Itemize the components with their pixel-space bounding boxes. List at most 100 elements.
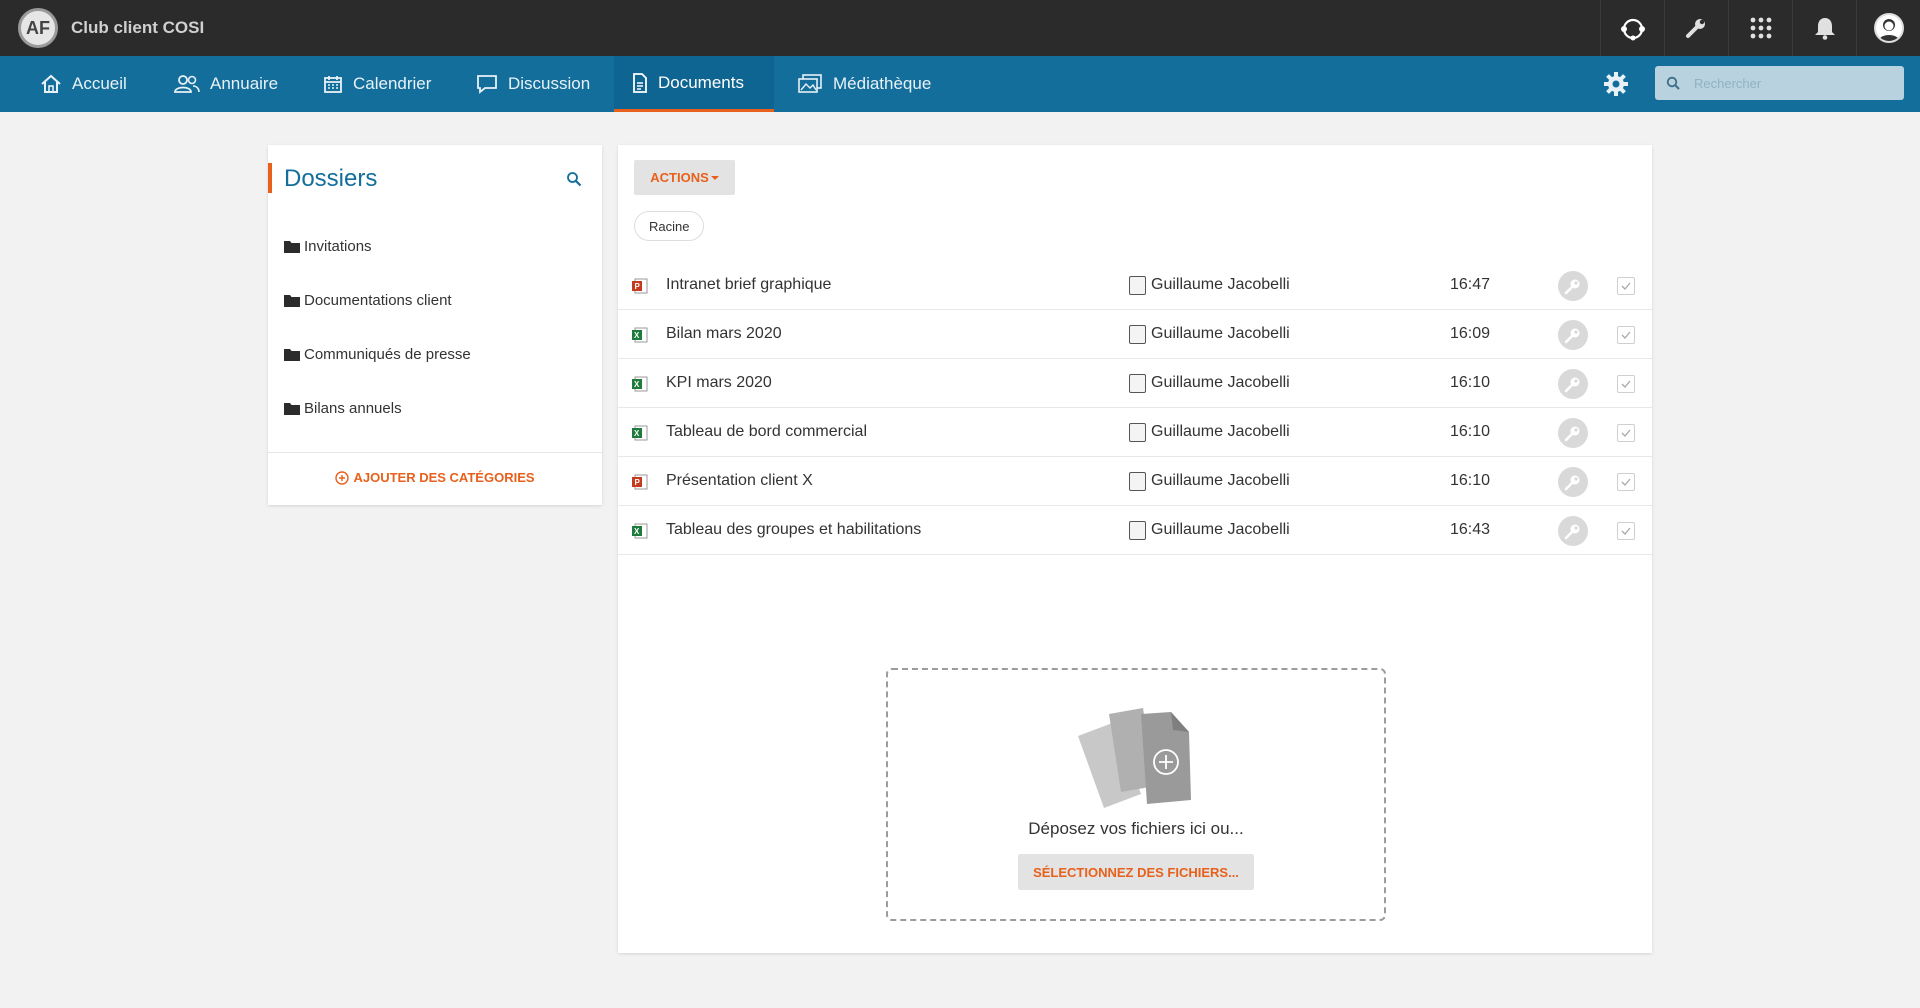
nav-label: Documents xyxy=(658,72,744,92)
folder-label: Documentations client xyxy=(304,291,452,309)
breadcrumb-root[interactable]: Racine xyxy=(634,211,705,241)
file-name[interactable]: Présentation client X xyxy=(666,472,813,490)
nav-label: Calendrier xyxy=(353,74,432,93)
file-row[interactable]: P Présentation client X Guillaume Jacobe… xyxy=(618,457,1652,506)
actions-label: ACTIONS xyxy=(650,170,709,185)
user-icon xyxy=(1129,276,1146,295)
row-checkbox[interactable] xyxy=(1617,375,1635,393)
row-checkbox[interactable] xyxy=(1617,326,1635,344)
key-icon[interactable] xyxy=(1558,418,1588,448)
users-icon xyxy=(174,75,200,93)
folder-icon xyxy=(284,402,300,415)
check-icon xyxy=(1621,331,1631,339)
folder-label: Bilans annuels xyxy=(304,399,402,417)
file-name[interactable]: Intranet brief graphique xyxy=(666,276,831,294)
home-icon xyxy=(41,74,61,93)
document-icon xyxy=(633,72,647,93)
apps-grid-icon[interactable] xyxy=(1728,0,1792,56)
file-row[interactable]: X KPI mars 2020 Guillaume Jacobelli 16:1… xyxy=(618,359,1652,408)
folder-item-bilans-annuels[interactable]: Bilans annuels xyxy=(284,397,402,419)
file-name[interactable]: Tableau de bord commercial xyxy=(666,423,867,441)
user-icon xyxy=(1129,423,1146,442)
top-bar: AF Club client COSI xyxy=(0,0,1920,56)
app-logo[interactable]: AF xyxy=(18,8,58,48)
folder-icon xyxy=(284,348,300,361)
folder-icon xyxy=(284,240,300,253)
nav-item-mediatheque[interactable]: Médiathèque xyxy=(779,56,949,112)
row-checkbox[interactable] xyxy=(1617,473,1635,491)
powerpoint-file-icon: P xyxy=(632,278,648,294)
file-name[interactable]: KPI mars 2020 xyxy=(666,374,772,392)
svg-text:X: X xyxy=(634,331,640,340)
nav-item-calendrier[interactable]: Calendrier xyxy=(305,56,449,112)
file-time: 16:10 xyxy=(1450,423,1491,440)
file-time: 16:09 xyxy=(1450,325,1491,342)
support-icon[interactable] xyxy=(1600,0,1664,56)
search-icon[interactable] xyxy=(566,171,582,192)
file-owner: Guillaume Jacobelli xyxy=(1151,276,1290,293)
nav-item-accueil[interactable]: Accueil xyxy=(22,56,145,112)
nav-label: Accueil xyxy=(72,74,127,93)
folder-item-invitations[interactable]: Invitations xyxy=(284,235,372,257)
svg-text:X: X xyxy=(634,527,640,536)
file-owner: Guillaume Jacobelli xyxy=(1151,521,1290,538)
file-name[interactable]: Bilan mars 2020 xyxy=(666,325,782,343)
actions-dropdown-button[interactable]: ACTIONS xyxy=(634,160,735,195)
media-icon xyxy=(798,74,822,93)
file-owner: Guillaume Jacobelli xyxy=(1151,472,1290,489)
user-icon xyxy=(1129,472,1146,491)
check-icon xyxy=(1621,282,1631,290)
user-icon xyxy=(1129,325,1146,344)
row-checkbox[interactable] xyxy=(1617,522,1635,540)
excel-file-icon: X xyxy=(632,425,648,441)
file-row[interactable]: P Intranet brief graphique Guillaume Jac… xyxy=(618,261,1652,310)
title-accent-bar xyxy=(268,163,272,193)
excel-file-icon: X xyxy=(632,523,648,539)
row-checkbox[interactable] xyxy=(1617,277,1635,295)
folder-label: Communiqués de presse xyxy=(304,345,471,363)
file-dropzone[interactable]: Déposez vos fichiers ici ou... SÉLECTION… xyxy=(886,668,1386,921)
nav-item-discussion[interactable]: Discussion xyxy=(458,56,608,112)
check-icon xyxy=(1621,527,1631,535)
file-owner: Guillaume Jacobelli xyxy=(1151,423,1290,440)
calendar-icon xyxy=(324,76,342,93)
svg-text:X: X xyxy=(634,380,640,389)
search-input[interactable] xyxy=(1694,75,1894,91)
user-icon xyxy=(1129,374,1146,393)
file-row[interactable]: X Tableau de bord commercial Guillaume J… xyxy=(618,408,1652,457)
file-row[interactable]: X Tableau des groupes et habilitations G… xyxy=(618,506,1652,555)
file-time: 16:43 xyxy=(1450,521,1491,538)
nav-item-documents[interactable]: Documents xyxy=(614,56,774,112)
app-title: Club client COSI xyxy=(71,18,205,37)
excel-file-icon: X xyxy=(632,327,648,343)
powerpoint-file-icon: P xyxy=(632,474,648,490)
add-circle-icon xyxy=(335,470,350,485)
file-row[interactable]: X Bilan mars 2020 Guillaume Jacobelli 16… xyxy=(618,310,1652,359)
key-icon[interactable] xyxy=(1558,320,1588,350)
add-categories-button[interactable]: AJOUTER DES CATÉGORIES xyxy=(268,470,602,485)
user-icon xyxy=(1129,521,1146,540)
wrench-icon[interactable] xyxy=(1664,0,1728,56)
bell-icon[interactable] xyxy=(1792,0,1856,56)
user-avatar[interactable] xyxy=(1856,0,1920,56)
key-icon[interactable] xyxy=(1558,516,1588,546)
file-time: 16:10 xyxy=(1450,472,1491,489)
folder-icon xyxy=(284,294,300,307)
key-icon[interactable] xyxy=(1558,369,1588,399)
folder-item-communiques-de-presse[interactable]: Communiqués de presse xyxy=(284,343,471,365)
file-owner: Guillaume Jacobelli xyxy=(1151,374,1290,391)
folder-item-documentations-client[interactable]: Documentations client xyxy=(284,289,452,311)
search-icon xyxy=(1666,76,1680,90)
row-checkbox[interactable] xyxy=(1617,424,1635,442)
settings-gear-icon[interactable] xyxy=(1600,68,1632,100)
top-icons xyxy=(1600,0,1920,56)
key-icon[interactable] xyxy=(1558,271,1588,301)
nav-item-annuaire[interactable]: Annuaire xyxy=(156,56,296,112)
file-name[interactable]: Tableau des groupes et habilitations xyxy=(666,521,921,539)
documents-panel: ACTIONS Racine P Intranet brief graphiqu… xyxy=(618,145,1652,953)
divider xyxy=(268,452,602,453)
nav-label: Annuaire xyxy=(210,74,279,93)
key-icon[interactable] xyxy=(1558,467,1588,497)
check-icon xyxy=(1621,429,1631,437)
select-files-button[interactable]: SÉLECTIONNEZ DES FICHIERS... xyxy=(1018,854,1254,890)
